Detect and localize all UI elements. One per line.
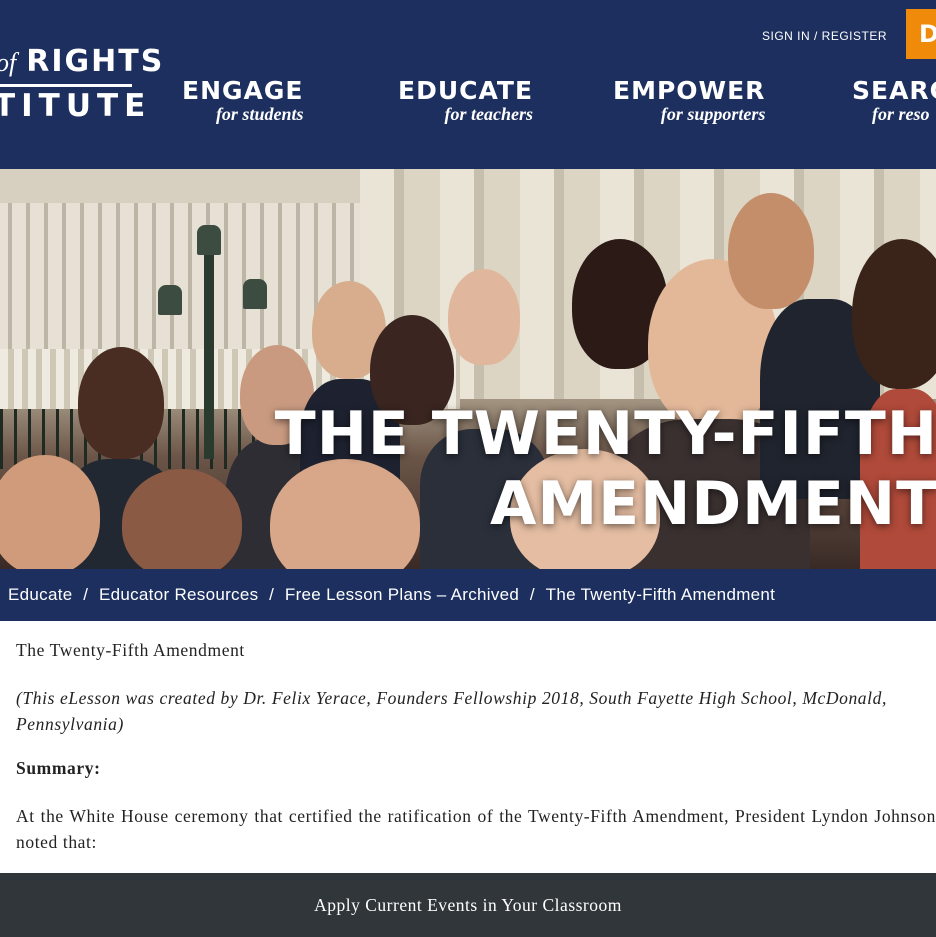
hero-banner: THE TWENTY-FIFTH AMENDMENT: [0, 169, 936, 569]
article-credit: (This eLesson was created by Dr. Felix Y…: [16, 688, 887, 734]
breadcrumb-separator: /: [83, 585, 89, 604]
hero-title: THE TWENTY-FIFTH AMENDMENT: [275, 399, 936, 539]
student-face: [728, 193, 814, 309]
nav-empower-title: EMPOWER: [613, 76, 766, 105]
nav-empower[interactable]: EMPOWER for supporters: [613, 76, 766, 124]
donate-button[interactable]: D: [906, 9, 936, 59]
breadcrumb-item-current: The Twenty-Fifth Amendment: [545, 585, 776, 604]
hero-title-line-1: THE TWENTY-FIFTH: [274, 399, 936, 469]
footer-cta-bar[interactable]: Apply Current Events in Your Classroom: [0, 873, 936, 937]
site-header: of RIGHTS TITUTE SIGN IN / REGISTER D ENG…: [0, 0, 936, 169]
article-body-paragraph: At the White House ceremony that certifi…: [16, 806, 936, 852]
lamp-post: [204, 239, 214, 459]
nav-engage[interactable]: ENGAGE for students: [182, 76, 304, 124]
lamp-left: [158, 285, 182, 315]
footer-cta-label[interactable]: Apply Current Events in Your Classroom: [314, 895, 622, 915]
breadcrumb-separator: /: [529, 585, 535, 604]
capitol-dome-band: [0, 169, 370, 203]
sign-in-register-link[interactable]: SIGN IN / REGISTER: [762, 29, 887, 43]
logo-prefix: of: [0, 48, 17, 77]
article-title: The Twenty-Fifth Amendment: [16, 640, 245, 660]
summary-heading: Summary:: [16, 758, 101, 778]
logo-rule: [0, 84, 132, 87]
lamp-right: [243, 279, 267, 309]
nav-empower-subtitle: for supporters: [660, 104, 766, 124]
hero-title-line-2: AMENDMENT: [490, 469, 936, 539]
breadcrumb-item-educator-resources[interactable]: Educator Resources: [99, 585, 258, 604]
nav-educate-title: EDUCATE: [398, 76, 534, 105]
breadcrumb: Educate / Educator Resources / Free Less…: [0, 569, 936, 621]
student-face: [122, 469, 242, 569]
nav-search[interactable]: SEARC for reso: [852, 76, 936, 124]
nav-search-subtitle: for reso: [872, 104, 930, 124]
logo-word-rights: RIGHTS: [26, 44, 165, 79]
nav-engage-title: ENGAGE: [182, 76, 304, 105]
nav-search-title: SEARC: [852, 76, 936, 105]
nav-educate-subtitle: for teachers: [444, 104, 534, 124]
lamp-top: [197, 225, 221, 255]
nav-engage-subtitle: for students: [215, 104, 304, 124]
student-face: [448, 269, 520, 365]
breadcrumb-separator: /: [269, 585, 275, 604]
student-face: [78, 347, 164, 459]
breadcrumb-item-educate[interactable]: Educate: [8, 585, 72, 604]
nav-educate[interactable]: EDUCATE for teachers: [398, 76, 534, 124]
logo-line-1: of RIGHTS: [0, 44, 164, 79]
breadcrumb-item-free-lesson-plans[interactable]: Free Lesson Plans – Archived: [285, 585, 519, 604]
logo-word-institute: TITUTE: [0, 88, 152, 124]
